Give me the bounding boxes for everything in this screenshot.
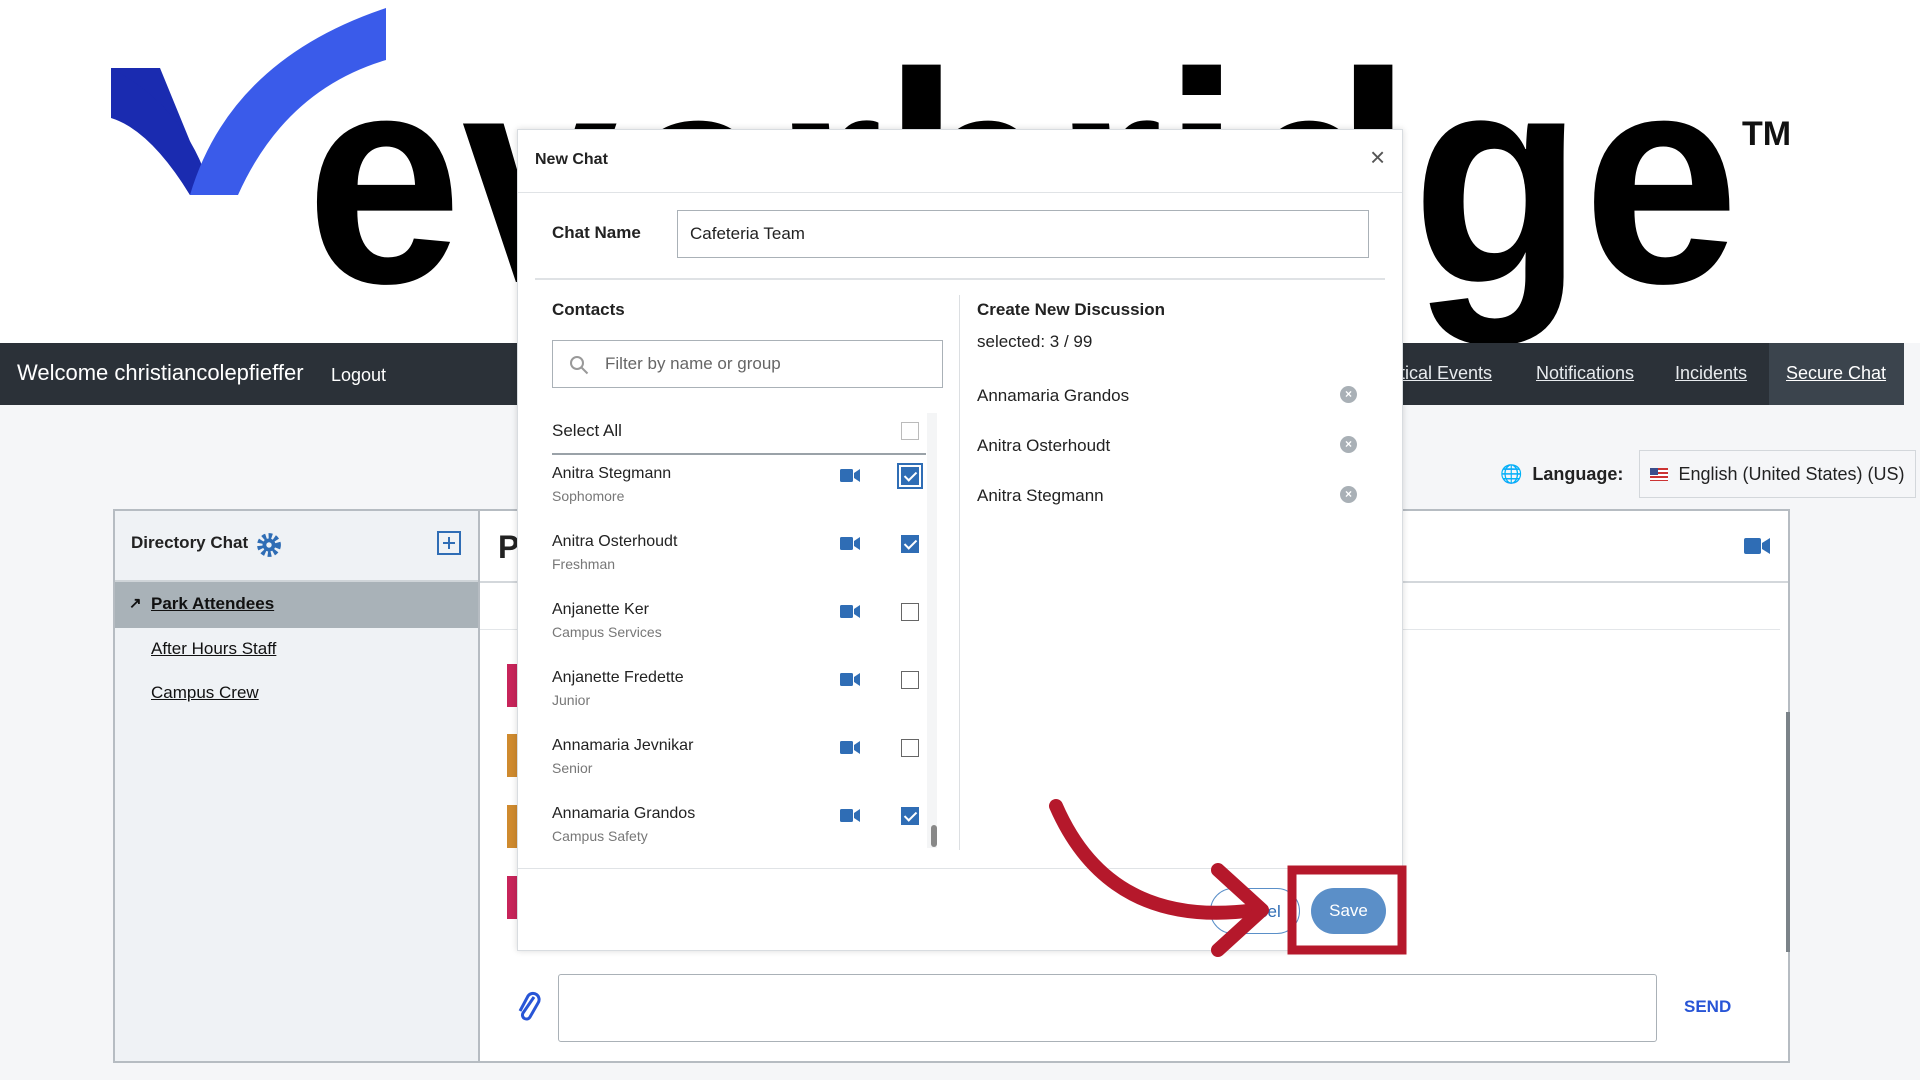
language-value: English (United States) (US) xyxy=(1678,463,1905,484)
scrollbar[interactable] xyxy=(1786,712,1790,952)
nav-incidents[interactable]: Incidents xyxy=(1675,363,1747,384)
paperclip-icon[interactable] xyxy=(516,991,542,1025)
video-icon[interactable] xyxy=(840,605,860,618)
contact-group: Campus Services xyxy=(552,624,662,640)
selected-contact-name: Anitra Osterhoudt xyxy=(977,436,1111,455)
contact-name: Annamaria Grandos xyxy=(552,805,696,822)
selected-contact: Anitra Osterhoudt × xyxy=(977,436,1357,456)
selected-count: selected: 3 / 99 xyxy=(977,332,1093,351)
message-avatar xyxy=(507,805,517,848)
contact-row[interactable]: Anjanette Fredette Junior xyxy=(552,669,924,737)
chat-name-label: Chat Name xyxy=(552,223,641,242)
sidebar-item-park-attendees[interactable]: ↗ Park Attendees xyxy=(115,582,478,628)
divider xyxy=(535,278,1385,280)
search-icon xyxy=(570,356,589,375)
close-icon[interactable]: × xyxy=(1370,142,1385,173)
message-avatar xyxy=(507,734,517,777)
save-label: Save xyxy=(1329,901,1368,920)
divider xyxy=(552,453,926,455)
contact-group: Senior xyxy=(552,760,593,776)
selected-contact: Anitra Stegmann × xyxy=(977,486,1357,506)
video-icon[interactable] xyxy=(840,673,860,686)
contact-checkbox[interactable] xyxy=(901,603,919,621)
video-icon[interactable] xyxy=(840,469,860,482)
message-input[interactable] xyxy=(558,974,1657,1042)
contact-row[interactable]: Annamaria Grandos Campus Safety xyxy=(552,805,924,873)
contact-row[interactable]: Anjanette Ker Campus Services xyxy=(552,601,924,669)
video-call-icon[interactable] xyxy=(1744,537,1770,555)
video-icon[interactable] xyxy=(840,809,860,822)
save-button[interactable]: Save xyxy=(1311,888,1386,934)
contacts-label: Contacts xyxy=(552,300,625,319)
contact-row[interactable]: Anitra Osterhoudt Freshman xyxy=(552,533,924,601)
divider xyxy=(518,192,1402,193)
select-all-checkbox[interactable] xyxy=(901,422,919,440)
external-link-icon: ↗ xyxy=(129,595,142,612)
add-chat-icon[interactable] xyxy=(437,531,461,555)
divider xyxy=(959,295,960,850)
video-icon[interactable] xyxy=(840,741,860,754)
language-selector-area: 🌐 Language: English (United States) (US) xyxy=(1500,450,1916,498)
video-icon[interactable] xyxy=(840,537,860,550)
contacts-scrollbar[interactable] xyxy=(931,825,937,847)
selected-contact-name: Anitra Stegmann xyxy=(977,486,1104,505)
contacts-scroll-track xyxy=(927,413,937,848)
contact-checkbox[interactable] xyxy=(897,463,923,489)
send-button[interactable]: SEND xyxy=(1684,997,1731,1017)
language-label: Language: xyxy=(1532,463,1624,484)
contact-row[interactable]: Anitra Stegmann Sophomore xyxy=(552,463,924,533)
contact-group: Junior xyxy=(552,692,591,708)
message-avatar xyxy=(507,876,517,919)
sidebar-title: Directory Chat xyxy=(131,533,249,552)
language-dropdown[interactable]: English (United States) (US) xyxy=(1639,450,1916,498)
sidebar-item-after-hours-staff[interactable]: After Hours Staff xyxy=(115,639,478,659)
nav-critical-events[interactable]: itical Events xyxy=(1396,363,1492,384)
selected-contact-name: Annamaria Grandos xyxy=(977,386,1130,405)
filter-placeholder: Filter by name or group xyxy=(605,354,781,373)
contact-name: Anitra Stegmann xyxy=(552,465,672,482)
sidebar-header: Directory Chat xyxy=(115,511,478,582)
contact-group: Freshman xyxy=(552,556,616,572)
select-all-label: Select All xyxy=(552,421,622,440)
contact-checkbox[interactable] xyxy=(901,671,919,689)
remove-icon[interactable]: × xyxy=(1340,486,1357,503)
chat-name-input[interactable]: Cafeteria Team xyxy=(677,210,1369,258)
contact-name: Anjanette Fredette xyxy=(552,669,684,686)
svg-text:TM: TM xyxy=(1742,115,1791,153)
welcome-text: Welcome christiancolepfieffer xyxy=(17,360,304,385)
cancel-label: cel xyxy=(1259,902,1281,921)
remove-icon[interactable]: × xyxy=(1340,386,1357,403)
nav-notifications[interactable]: Notifications xyxy=(1536,363,1634,384)
contact-name: Anjanette Ker xyxy=(552,601,649,618)
selected-contact: Annamaria Grandos × xyxy=(977,386,1357,406)
new-chat-modal: New Chat × Chat Name Cafeteria Team Cont… xyxy=(517,129,1403,951)
gear-icon[interactable] xyxy=(256,532,282,558)
globe-icon: 🌐 xyxy=(1500,463,1523,484)
sidebar-item-campus-crew[interactable]: Campus Crew xyxy=(115,683,478,703)
directory-chat-sidebar: Directory Chat ↗ Park Attendees After Ho… xyxy=(113,509,480,1063)
divider xyxy=(518,868,1402,869)
contact-checkbox[interactable] xyxy=(901,535,919,553)
sidebar-item-label: Park Attendees xyxy=(151,594,275,613)
contact-name: Anitra Osterhoudt xyxy=(552,533,678,550)
contact-group: Sophomore xyxy=(552,488,625,504)
remove-icon[interactable]: × xyxy=(1340,436,1357,453)
sidebar-item-label: Campus Crew xyxy=(151,683,259,702)
create-discussion-title: Create New Discussion xyxy=(977,300,1166,319)
message-avatar xyxy=(507,664,517,707)
contact-name: Annamaria Jevnikar xyxy=(552,737,694,754)
us-flag-icon xyxy=(1650,467,1669,481)
contact-checkbox[interactable] xyxy=(901,739,919,757)
nav-secure-chat[interactable]: Secure Chat xyxy=(1786,363,1886,384)
nav-secure-chat-tab[interactable]: Secure Chat xyxy=(1769,343,1904,405)
chat-name-value: Cafeteria Team xyxy=(690,224,805,243)
cancel-button[interactable]: cel xyxy=(1210,888,1300,934)
contact-group: Campus Safety xyxy=(552,828,648,844)
contact-checkbox[interactable] xyxy=(901,807,919,825)
modal-title: New Chat xyxy=(535,151,608,168)
logout-link[interactable]: Logout xyxy=(331,365,386,386)
contacts-filter-input[interactable]: Filter by name or group xyxy=(552,340,943,388)
contact-row[interactable]: Annamaria Jevnikar Senior xyxy=(552,737,924,805)
sidebar-item-label: After Hours Staff xyxy=(151,639,277,658)
